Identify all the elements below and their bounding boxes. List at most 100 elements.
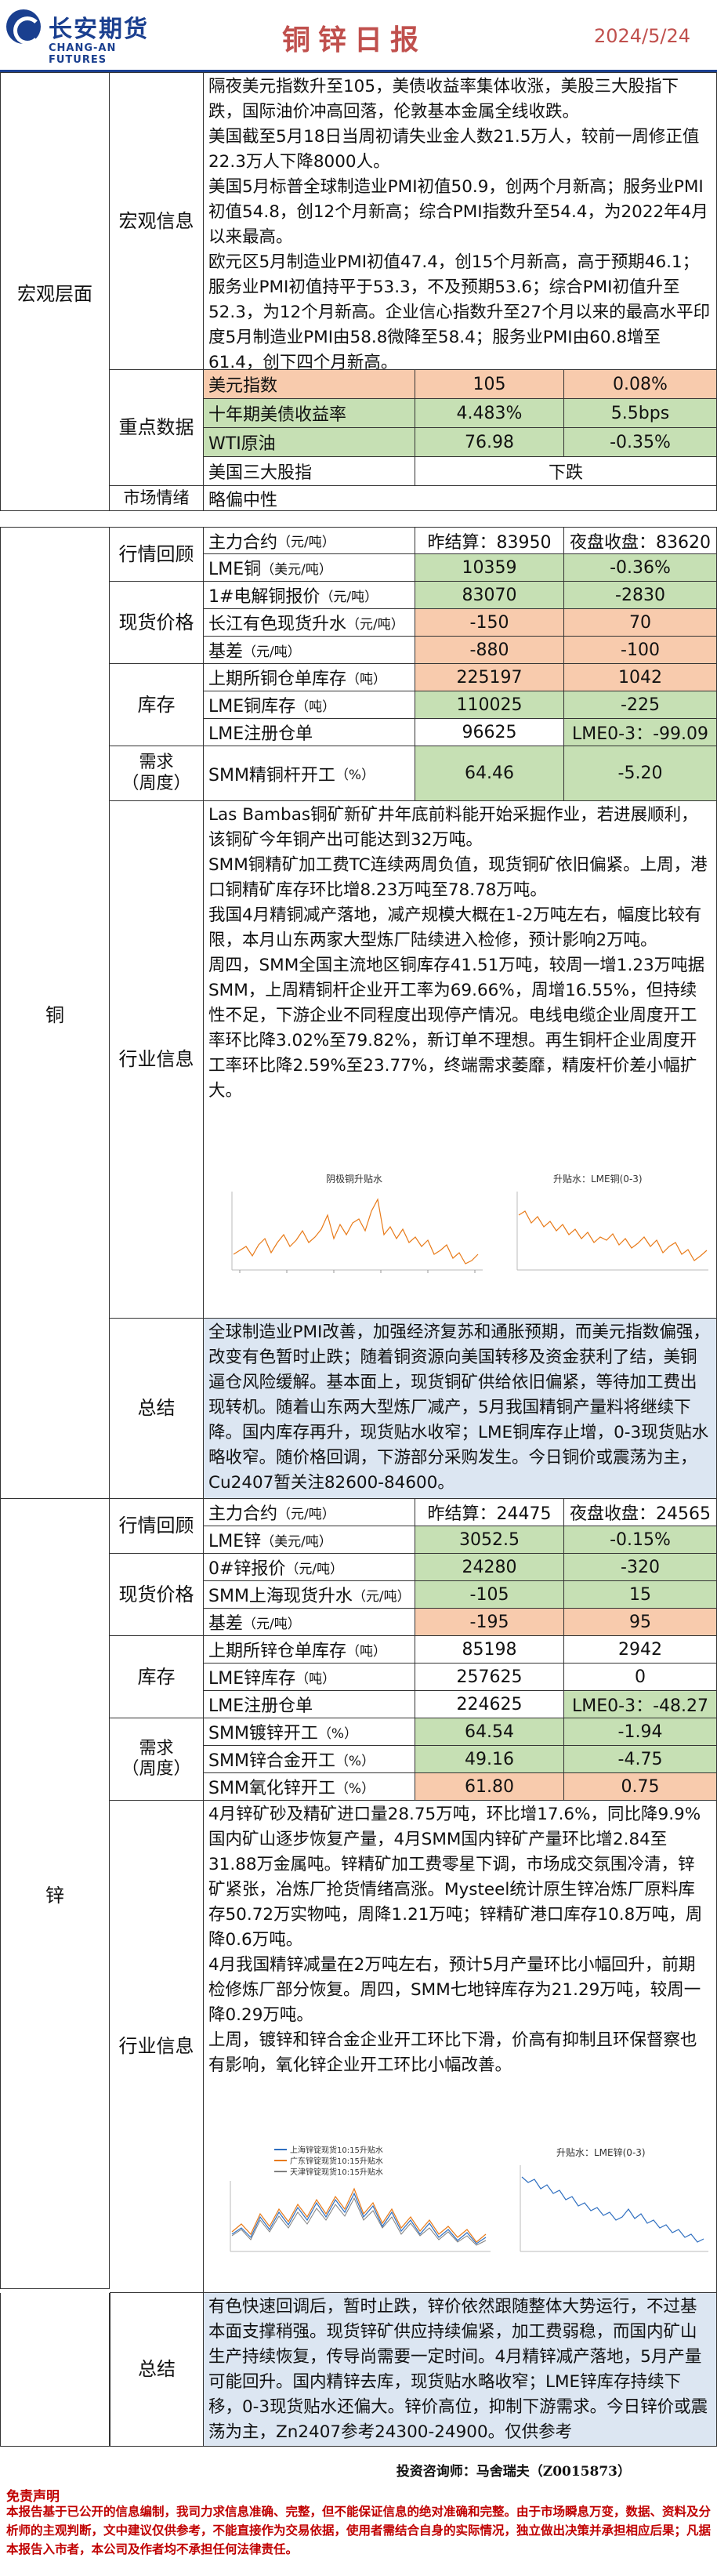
zinc-demand-v2: 0.75	[564, 1773, 717, 1801]
row-name: LME注册仓单	[208, 1696, 313, 1716]
copper-review-v2: 夜盘收盘：83620	[564, 527, 717, 554]
zinc-demand-name: SMM镀锌开工 （%）	[204, 1718, 415, 1746]
key-row-value: 下跌	[415, 457, 717, 486]
chart-series-line	[233, 1198, 479, 1264]
row-unit: （美元/吨）	[261, 561, 332, 578]
key-row-name: WTI原油	[204, 428, 415, 457]
disclaimer-text: 本报告基于已公开的信息编制，我司力求信息准确、完整，但不能保证信息的绝对准确和完…	[6, 2504, 712, 2556]
copper-demand-name: SMM精铜杆开工 （%）	[204, 746, 415, 801]
report-header: 长安期货 CHANG-AN FUTURES 铜锌日报 2024/5/24	[0, 0, 717, 72]
chart-series-line	[518, 1210, 708, 1261]
key-row-name: 美元指数	[204, 370, 415, 399]
copper-review-label: 行情回顾	[110, 527, 204, 582]
zinc-stock-name: LME锌库存 （吨）	[204, 1664, 415, 1691]
zinc-spot-name: SMM上海现货升水 （元/吨）	[204, 1581, 415, 1609]
advisor-line: 投资咨询师：马舍瑞夫（Z0015873）	[396, 2464, 631, 2480]
zinc-industry-line: 4月锌矿砂及精矿进口量28.75万吨，环比增17.6%，同比降9.9%国内矿山逐…	[208, 1805, 703, 1950]
key-row-value: 76.98	[415, 428, 564, 457]
copper-spot-v2: -2830	[564, 582, 717, 609]
row-unit: （元/吨）	[277, 1506, 335, 1522]
copper-industry-line: 我国4月精铜减产落地，减产规模大概在1-2万吨左右，幅度比较有限，本月山东两家大…	[208, 905, 702, 950]
row-name: 主力合约	[208, 532, 278, 553]
row-unit: （元/吨）	[243, 644, 301, 660]
copper-demand-v2: -5.20	[564, 746, 717, 801]
zinc-stock-v2: LME0-3：-48.27	[564, 1691, 717, 1718]
row-unit: （%）	[335, 767, 375, 783]
key-row-value: 105	[415, 370, 564, 399]
zinc-summary-label: 总结	[110, 2293, 204, 2447]
row-unit: （吨）	[346, 1643, 387, 1660]
copper-stock-v1: 110025	[415, 691, 564, 719]
row-name: 长江有色现货升水	[208, 615, 347, 634]
row-name: 主力合约	[208, 1504, 278, 1524]
row-name: 上期所铜仓单库存	[208, 669, 347, 689]
key-row-change: -0.35%	[564, 428, 717, 457]
zinc-demand-v1: 49.16	[415, 1746, 564, 1773]
row-unit: （元/吨）	[285, 1561, 344, 1577]
chart-title: 升贴水：LME锌(0-3)	[556, 2147, 646, 2158]
row-name: 基差	[208, 642, 244, 662]
row-name: 1#电解铜报价	[208, 587, 320, 607]
row-unit: （吨）	[346, 671, 387, 688]
zinc-demand-v1: 61.80	[415, 1773, 564, 1801]
copper-spot-v2: 70	[564, 609, 717, 637]
zinc-demand-v1: 64.54	[415, 1718, 564, 1746]
copper-spot-v1: -150	[415, 609, 564, 637]
copper-spot-name: 长江有色现货升水 （元/吨）	[204, 609, 415, 637]
zinc-review-v1: 3052.5	[415, 1526, 564, 1554]
chart-legend: 上海锌锭现货10:15升贴水 广东锌锭现货10:15升贴水 天津锌锭现货10:1…	[274, 2145, 383, 2177]
copper-industry-line: SMM铜精矿加工费TC连续两周负值，现货铜矿依旧偏紧。上周，港口铜精矿库存环比增…	[208, 855, 708, 900]
zinc-review-name: LME锌 （美元/吨）	[204, 1526, 415, 1554]
row-name: SMM氧化锌开工	[208, 1779, 335, 1798]
chart-x-ticks	[239, 1270, 476, 1273]
copper-review-v1: 昨结算：83950	[415, 527, 564, 554]
chart-title: 阴极铜升贴水	[326, 1173, 382, 1185]
row-name: LME铜	[208, 560, 262, 579]
copper-stock-v2: LME0-3：-99.09	[564, 719, 717, 746]
copper-demand-label: 需求 （周度）	[110, 746, 204, 801]
row-unit: （美元/吨）	[261, 1533, 332, 1550]
zinc-spot-v2: 95	[564, 1609, 717, 1636]
zinc-demand-name: SMM锌合金开工 （%）	[204, 1746, 415, 1773]
key-row-change: 0.08%	[564, 370, 717, 399]
report-date: 2024/5/24	[593, 25, 690, 47]
copper-spot-label: 现货价格	[110, 582, 204, 664]
copper-spot-v1: 83070	[415, 582, 564, 609]
macro-sentiment-value: 略偏中性	[204, 486, 717, 511]
zinc-stock-v2: 2942	[564, 1636, 717, 1664]
zinc-stock-label: 库存	[110, 1636, 204, 1718]
row-name: LME锌库存	[208, 1669, 296, 1689]
zinc-spot-name: 0#锌报价 （元/吨）	[204, 1554, 415, 1581]
copper-stock-name: 上期所铜仓单库存 （吨）	[204, 664, 415, 691]
report-title: 铜锌日报	[282, 24, 427, 56]
zinc-demand-name: SMM氧化锌开工 （%）	[204, 1773, 415, 1801]
zinc-section-label: 锌	[0, 1499, 110, 2289]
copper-review-v2: -0.36%	[564, 554, 717, 582]
zinc-review-v2: -0.15%	[564, 1526, 717, 1554]
row-unit: （吨）	[295, 698, 336, 715]
row-unit: （%）	[335, 1753, 375, 1769]
logo-text-cn: 长安期货	[49, 16, 149, 43]
copper-section-label: 铜	[0, 527, 110, 1499]
row-unit: （元/吨）	[243, 1616, 301, 1632]
key-row-change: 5.5bps	[564, 399, 717, 428]
row-unit: （吨）	[295, 1671, 336, 1687]
legend-entry: 上海锌锭现货10:15升贴水	[290, 2145, 383, 2155]
zinc-spot-premium-chart: 上海锌锭现货10:15升贴水 广东锌锭现货10:15升贴水 天津锌锭现货10:1…	[208, 2142, 498, 2287]
row-name: 上期所锌仓单库存	[208, 1642, 347, 1661]
chart-series-line	[231, 2187, 487, 2243]
zinc-review-v2: 夜盘收盘：24565	[564, 1499, 717, 1526]
copper-spot-v1: -880	[415, 637, 564, 664]
zinc-review-v1: 昨结算：24475	[415, 1499, 564, 1526]
legend-entry: 天津锌锭现货10:15升贴水	[290, 2167, 383, 2177]
key-row-name: 十年期美债收益率	[204, 399, 415, 428]
zinc-review-label: 行情回顾	[110, 1499, 204, 1554]
copper-lme-spread-chart: 升贴水：LME铜(0-3)	[498, 1168, 714, 1311]
zinc-spot-name: 基差 （元/吨）	[204, 1609, 415, 1636]
row-name: SMM上海现货升水	[208, 1587, 353, 1606]
chart-title: 升贴水：LME铜(0-3)	[553, 1173, 643, 1185]
copper-review-v1: 10359	[415, 554, 564, 582]
row-unit: （元/吨）	[320, 589, 378, 605]
zinc-summary-section-cell	[0, 2293, 110, 2447]
zinc-spot-label: 现货价格	[110, 1554, 204, 1636]
